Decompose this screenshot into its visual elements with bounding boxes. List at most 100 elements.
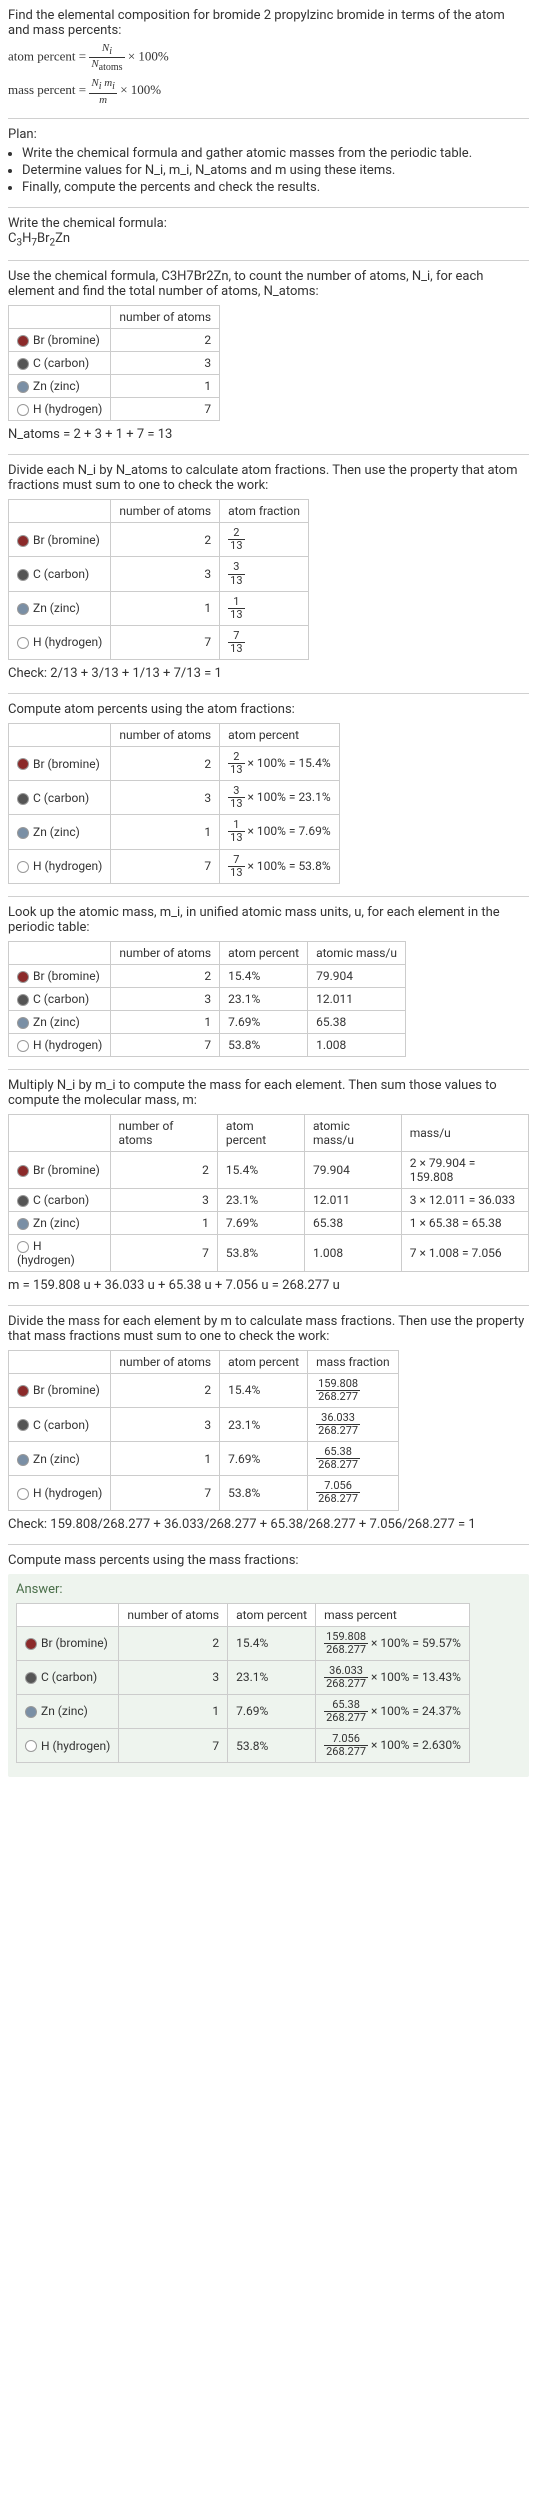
element-label: H (hydrogen) bbox=[33, 1038, 102, 1052]
eq2-rhs: × 100% bbox=[120, 83, 161, 98]
atom-percent: 53.8% bbox=[228, 1729, 316, 1763]
n-atoms: 2 bbox=[111, 329, 220, 352]
divider bbox=[8, 207, 529, 208]
table-row: H (hydrogen)7713 × 100% = 53.8% bbox=[9, 849, 340, 883]
table-header-row: number of atoms bbox=[9, 306, 220, 329]
count-n-table: number of atoms Br (bromine) 2 C (carbon)… bbox=[8, 305, 220, 421]
element-label: H (hydrogen) bbox=[33, 402, 102, 416]
table-header-row: number of atoms atom percent mass fracti… bbox=[9, 1350, 399, 1373]
element-bullet-icon bbox=[17, 1165, 29, 1177]
table-row: H (hydrogen)753.8%7.056268.277 × 100% = … bbox=[17, 1729, 470, 1763]
element-bullet-icon bbox=[17, 637, 29, 649]
atom-percent: 7.69% bbox=[217, 1211, 304, 1234]
element-label: Br (bromine) bbox=[33, 333, 100, 347]
col-number-of-atoms: number of atoms bbox=[119, 1603, 228, 1626]
element-bullet-icon bbox=[17, 1385, 29, 1397]
element-label: Br (bromine) bbox=[41, 1636, 108, 1650]
atom-percent: 23.1% bbox=[220, 987, 308, 1010]
eq1-frac: Ni Natoms bbox=[89, 42, 124, 73]
n-atoms: 1 bbox=[111, 1442, 220, 1476]
col-atomic-mass: atomic mass/u bbox=[304, 1114, 401, 1151]
n-atoms: 2 bbox=[111, 523, 220, 557]
element-bullet-icon bbox=[17, 758, 29, 770]
table-row: Br (bromine)2213 × 100% = 15.4% bbox=[9, 747, 340, 781]
col-number-of-atoms: number of atoms bbox=[111, 306, 220, 329]
table-row: H (hydrogen)753.8%1.008 bbox=[9, 1033, 406, 1056]
element-bullet-icon bbox=[17, 535, 29, 547]
element-label: C (carbon) bbox=[33, 1193, 89, 1207]
atom-frac-table: number of atoms atom fraction Br (bromin… bbox=[8, 499, 309, 660]
table-row: C (carbon)323.1%36.033268.277 bbox=[9, 1407, 399, 1441]
atom-percent: 53.8% bbox=[220, 1476, 308, 1510]
element-label: C (carbon) bbox=[33, 356, 89, 370]
atom-percent: 7.69% bbox=[228, 1694, 316, 1728]
atom-percent: 713 × 100% = 53.8% bbox=[220, 849, 339, 883]
chemical-formula: C3H7Br2Zn bbox=[8, 231, 529, 249]
element-bullet-icon bbox=[17, 994, 29, 1006]
element-label: H (hydrogen) bbox=[33, 1486, 102, 1500]
table-row: H (hydrogen)7 bbox=[9, 398, 220, 421]
element-label: Br (bromine) bbox=[33, 757, 100, 771]
mass-u: 2 × 79.904 = 159.808 bbox=[401, 1151, 528, 1188]
n-atoms: 1 bbox=[111, 815, 220, 849]
element-bullet-icon bbox=[17, 404, 29, 416]
eq-mass-percent: mass percent = Ni mi m × 100% bbox=[8, 77, 529, 105]
atom-percent: 53.8% bbox=[220, 1033, 308, 1056]
element-label: Br (bromine) bbox=[33, 1163, 100, 1177]
element-bullet-icon bbox=[17, 1454, 29, 1466]
element-bullet-icon bbox=[25, 1706, 37, 1718]
intro: Find the elemental composition for bromi… bbox=[8, 8, 529, 106]
element-label: C (carbon) bbox=[33, 992, 89, 1006]
atom-fraction: 113 bbox=[220, 591, 309, 625]
element-bullet-icon bbox=[17, 335, 29, 347]
col-atom-percent: atom percent bbox=[220, 724, 339, 747]
count-n-section: Use the chemical formula, C3H7Br2Zn, to … bbox=[8, 269, 529, 442]
final-table: number of atoms atom percent mass percen… bbox=[16, 1603, 470, 1764]
element-label: C (carbon) bbox=[41, 1670, 97, 1684]
n-atoms: 7 bbox=[119, 1729, 228, 1763]
mass-frac-text: Divide the mass for each element by m to… bbox=[8, 1314, 529, 1344]
element-label: Br (bromine) bbox=[33, 533, 100, 547]
table-row: C (carbon)323.1%12.0113 × 12.011 = 36.03… bbox=[9, 1188, 529, 1211]
atomic-mass: 79.904 bbox=[308, 964, 406, 987]
col-mass-u: mass/u bbox=[401, 1114, 528, 1151]
n-atoms: 7 bbox=[111, 849, 220, 883]
col-atom-percent: atom percent bbox=[220, 1350, 308, 1373]
n-atoms: 7 bbox=[111, 1033, 220, 1056]
element-bullet-icon bbox=[25, 1638, 37, 1650]
element-label: Zn (zinc) bbox=[33, 379, 80, 393]
eq-atom-percent: atom percent = Ni Natoms × 100% bbox=[8, 42, 529, 73]
table-header-row: number of atoms atom percent atomic mass… bbox=[9, 941, 406, 964]
element-bullet-icon bbox=[17, 793, 29, 805]
table-row: Br (bromine)215.4%159.808268.277 × 100% … bbox=[17, 1626, 470, 1660]
element-bullet-icon bbox=[17, 358, 29, 370]
atom-percent: 7.69% bbox=[220, 1442, 308, 1476]
atom-percent: 213 × 100% = 15.4% bbox=[220, 747, 339, 781]
table-row: Br (bromine)215.4%159.808268.277 bbox=[9, 1373, 399, 1407]
atom-fraction: 713 bbox=[220, 625, 309, 659]
n-atoms: 2 bbox=[110, 1151, 217, 1188]
table-row: H (hydrogen)753.8%7.056268.277 bbox=[9, 1476, 399, 1510]
element-bullet-icon bbox=[17, 603, 29, 615]
mass-percent: 65.38268.277 × 100% = 24.37% bbox=[316, 1694, 470, 1728]
element-bullet-icon bbox=[17, 1488, 29, 1500]
col-number-of-atoms: number of atoms bbox=[111, 500, 220, 523]
n-atoms: 3 bbox=[111, 352, 220, 375]
element-bullet-icon bbox=[17, 1218, 29, 1230]
table-row: C (carbon) 3 bbox=[9, 352, 220, 375]
atom-percent: 15.4% bbox=[220, 1373, 308, 1407]
element-bullet-icon bbox=[17, 1419, 29, 1431]
element-label: H (hydrogen) bbox=[41, 1739, 110, 1753]
table-row: C (carbon)323.1%12.011 bbox=[9, 987, 406, 1010]
mass-calc-section: Multiply N_i by m_i to compute the mass … bbox=[8, 1078, 529, 1293]
mass-fraction: 36.033268.277 bbox=[308, 1407, 399, 1441]
atom-pct-text: Compute atom percents using the atom fra… bbox=[8, 702, 529, 717]
atom-percent: 23.1% bbox=[228, 1660, 316, 1694]
intro-prompt: Find the elemental composition for bromi… bbox=[8, 8, 529, 38]
eq1-lhs: atom percent = bbox=[8, 49, 86, 64]
n-atoms: 7 bbox=[110, 1234, 217, 1271]
answer-label: Answer: bbox=[16, 1582, 521, 1597]
formula-section: Write the chemical formula: C3H7Br2Zn bbox=[8, 216, 529, 249]
n-atoms: 1 bbox=[110, 1211, 217, 1234]
table-row: C (carbon)3313 × 100% = 23.1% bbox=[9, 781, 340, 815]
